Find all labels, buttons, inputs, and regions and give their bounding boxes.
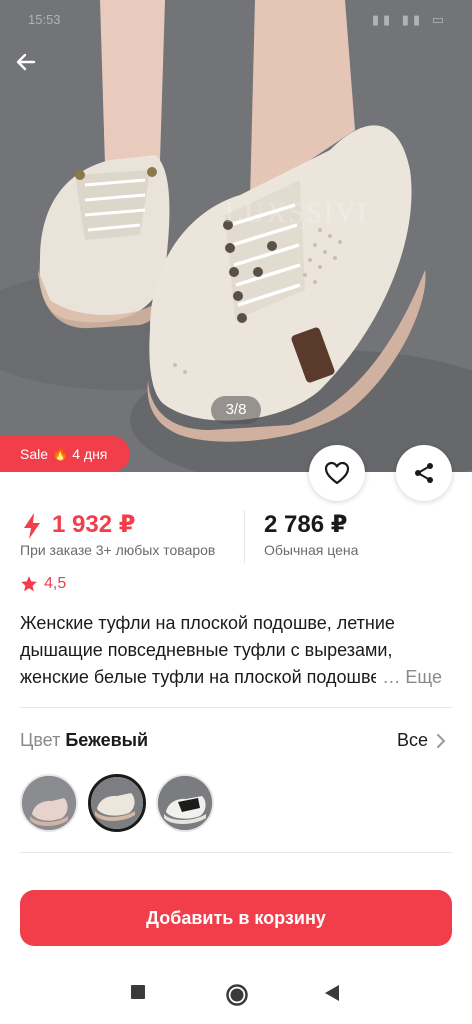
color-swatch-beige[interactable] xyxy=(88,774,146,832)
sale-days: 4 дня xyxy=(72,446,108,462)
color-value: Бежевый xyxy=(65,730,149,750)
divider xyxy=(20,852,452,853)
status-bar: 15:53 ▮▮ ▮▮ ▭ xyxy=(0,0,472,40)
fire-icon: 🔥 xyxy=(52,446,69,461)
color-swatch-black[interactable] xyxy=(156,774,214,832)
swatch-image xyxy=(22,776,76,830)
show-more-link[interactable]: … Еще xyxy=(376,664,442,691)
home-icon[interactable] xyxy=(225,983,249,1007)
chevron-right-icon xyxy=(437,733,446,748)
image-watermark: LUXSSIVI xyxy=(225,198,369,229)
sale-badge: Sale 🔥 4 дня xyxy=(0,436,130,472)
back-button[interactable] xyxy=(14,50,54,86)
favorite-button[interactable] xyxy=(309,445,365,501)
swatch-image xyxy=(158,776,212,830)
arrow-left-icon xyxy=(16,53,36,71)
regular-price-note: Обычная цена xyxy=(264,542,359,558)
color-swatch-pink[interactable] xyxy=(20,774,78,832)
sale-label: Sale xyxy=(20,446,49,462)
discount-price-block: 1 932 ₽ При заказе 3+ любых товаров xyxy=(20,510,215,558)
color-label-wrap: Цвет Бежевый xyxy=(20,730,148,751)
share-icon xyxy=(415,463,433,483)
rating-value: 4,5 xyxy=(44,575,67,592)
status-icons: ▮▮ ▮▮ ▭ xyxy=(371,12,448,27)
system-nav-bar xyxy=(0,966,472,1024)
lightning-icon xyxy=(24,513,40,539)
add-to-cart-button[interactable]: Добавить в корзину xyxy=(20,890,452,946)
price-block: 1 932 ₽ При заказе 3+ любых товаров 2 78… xyxy=(20,510,460,566)
star-icon xyxy=(21,576,37,592)
regular-price-block: 2 786 ₽ Обычная цена xyxy=(264,510,358,558)
discount-price-note: При заказе 3+ любых товаров xyxy=(20,542,216,558)
price-divider xyxy=(244,510,245,564)
all-colors-link[interactable]: Все xyxy=(397,730,446,751)
divider xyxy=(20,707,452,708)
regular-price: 2 786 ₽ xyxy=(264,511,348,538)
swatch-image xyxy=(91,777,143,829)
color-swatches xyxy=(20,774,214,834)
rating[interactable]: 4,5 xyxy=(20,575,66,593)
back-nav-icon[interactable] xyxy=(324,984,340,1002)
recent-apps-icon[interactable] xyxy=(130,984,146,1000)
heart-icon xyxy=(324,461,350,485)
product-image-gallery[interactable]: 15:53 ▮▮ ▮▮ ▭ LUXSSIVI 3/8 xyxy=(0,0,472,472)
image-counter: 3/8 xyxy=(211,396,261,424)
share-button[interactable] xyxy=(396,445,452,501)
discount-price: 1 932 ₽ xyxy=(52,511,136,538)
status-time: 15:53 xyxy=(28,12,61,27)
all-colors-label: Все xyxy=(396,730,428,750)
color-selector-header[interactable]: Цвет Бежевый Все xyxy=(20,728,452,756)
color-label: Цвет xyxy=(20,730,61,750)
